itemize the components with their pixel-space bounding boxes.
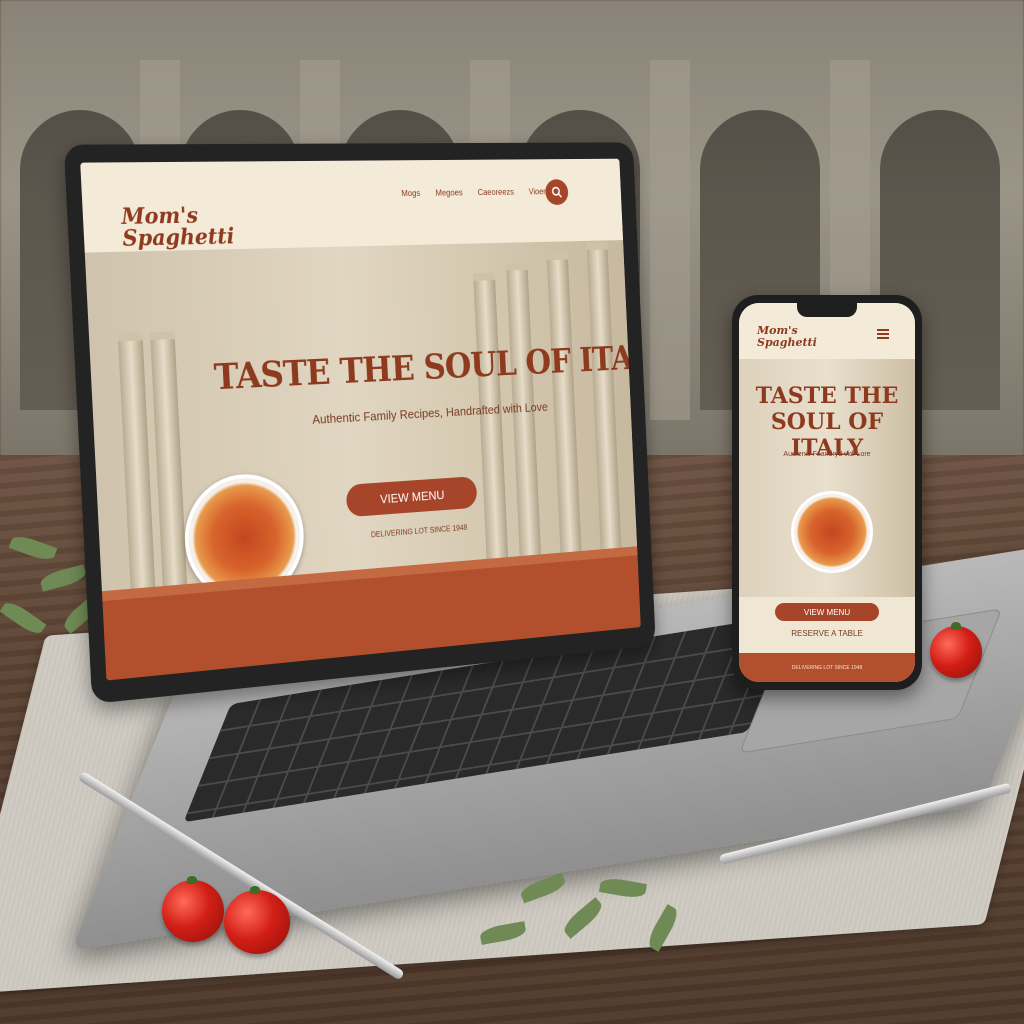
column <box>150 331 187 586</box>
hero-tagline: DELIVERING LOT SINCE 1948 <box>371 523 468 539</box>
hero-section: TASTE THE SOUL OF ITALY Authentic Family… <box>85 240 637 591</box>
cherry-tomato <box>162 880 224 942</box>
smartphone: Mom's Spaghetti TASTE THE SOUL OF ITALY … <box>732 295 922 690</box>
spaghetti-plate-image <box>791 491 873 573</box>
phone-screen: Mom's Spaghetti TASTE THE SOUL OF ITALY … <box>739 303 915 682</box>
cherry-tomato <box>930 626 982 678</box>
mobile-hero-subtitle: Audtenis Feandryd vidl Lore <box>739 451 915 458</box>
mobile-hero-title: TASTE THE SOUL OF ITALY <box>739 383 915 461</box>
search-button[interactable] <box>545 179 569 205</box>
main-nav: Mogs Megoes Caeoreezs Vioer <box>401 187 546 198</box>
site-header: Mom's Spaghetti Mogs Megoes Caeoreezs Vi… <box>80 159 623 254</box>
laptop: Mom's Spaghetti Mogs Megoes Caeoreezs Vi… <box>64 142 656 704</box>
laptop-screen: Mom's Spaghetti Mogs Megoes Caeoreezs Vi… <box>80 159 641 681</box>
reserve-table-link[interactable]: RESERVE A TABLE <box>739 629 915 638</box>
search-icon <box>551 186 563 199</box>
view-menu-button[interactable]: VIEW MENU <box>346 476 478 517</box>
pillar <box>650 60 690 420</box>
nav-item[interactable]: Vioer <box>528 187 545 196</box>
nav-item[interactable]: Megoes <box>435 188 463 198</box>
mobile-view-menu-button[interactable]: VIEW MENU <box>775 603 879 621</box>
hero-title: TASTE THE SOUL OF ITALY <box>213 338 641 398</box>
mobile-footer: DELIVERING LOT SINCE 1948 <box>739 653 915 682</box>
column <box>587 242 622 549</box>
column <box>118 332 156 588</box>
hamburger-menu-icon[interactable] <box>877 329 889 339</box>
cherry-tomato <box>224 890 290 954</box>
column <box>547 252 582 552</box>
mobile-logo[interactable]: Mom's Spaghetti <box>757 325 827 349</box>
nav-item[interactable]: Caeoreezs <box>478 187 515 197</box>
phone-notch <box>797 303 857 317</box>
nav-item[interactable]: Mogs <box>401 188 420 198</box>
site-logo[interactable]: Mom's Spaghetti <box>121 204 235 249</box>
